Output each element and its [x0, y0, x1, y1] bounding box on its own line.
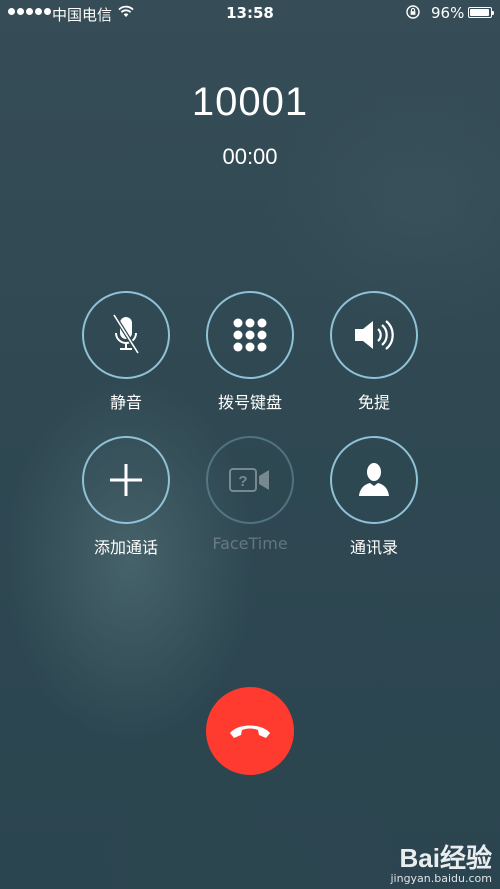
mic-muted-icon	[112, 313, 140, 355]
contacts-label: 通讯录	[349, 538, 398, 557]
watermark-logo-text: Bai经验	[399, 843, 492, 873]
contacts-button-ring[interactable]	[330, 436, 418, 524]
status-time: 13:58	[226, 4, 274, 22]
call-duration: 00:00	[222, 144, 278, 169]
caller-number: 10001	[191, 80, 309, 124]
end-call-icon	[230, 725, 270, 738]
battery-fill	[470, 9, 489, 16]
keypad-button[interactable]: 拨号键盘	[190, 291, 310, 413]
contact-icon	[359, 463, 389, 496]
facetime-button[interactable]: ? FaceTime	[190, 436, 310, 553]
facetime-button-ring[interactable]: ?	[206, 436, 294, 524]
keypad-label: 拨号键盘	[217, 393, 282, 412]
watermark-url: jingyan.baidu.com	[390, 872, 492, 885]
mute-label: 静音	[109, 393, 142, 412]
battery-icon	[468, 7, 494, 18]
svg-text:?: ?	[238, 473, 247, 490]
mute-button-ring[interactable]	[82, 291, 170, 379]
keypad-icon	[233, 318, 267, 352]
keypad-button-ring[interactable]	[206, 291, 294, 379]
status-bar: 中国电信 13:58 96%	[0, 0, 500, 28]
watermark-logo: Bai经验	[390, 844, 492, 872]
mute-button[interactable]: 静音	[66, 291, 186, 413]
speaker-button-ring[interactable]	[330, 291, 418, 379]
speaker-icon	[355, 320, 394, 350]
add-call-button-ring[interactable]	[82, 436, 170, 524]
contacts-button[interactable]: 通讯录	[314, 436, 434, 558]
add-call-label: 添加通话	[93, 538, 158, 557]
speaker-button[interactable]: 免提	[314, 291, 434, 413]
end-call-button[interactable]	[206, 687, 294, 775]
baidu-jingyan-watermark: Bai经验 jingyan.baidu.com	[390, 844, 492, 885]
add-call-button[interactable]: 添加通话	[66, 436, 186, 558]
facetime-icon: ?	[229, 468, 269, 492]
battery-percent: 96%	[431, 4, 465, 22]
plus-icon	[110, 464, 142, 496]
rotation-lock-icon	[406, 5, 420, 19]
facetime-label: FaceTime	[212, 534, 288, 553]
speaker-label: 免提	[357, 393, 390, 412]
